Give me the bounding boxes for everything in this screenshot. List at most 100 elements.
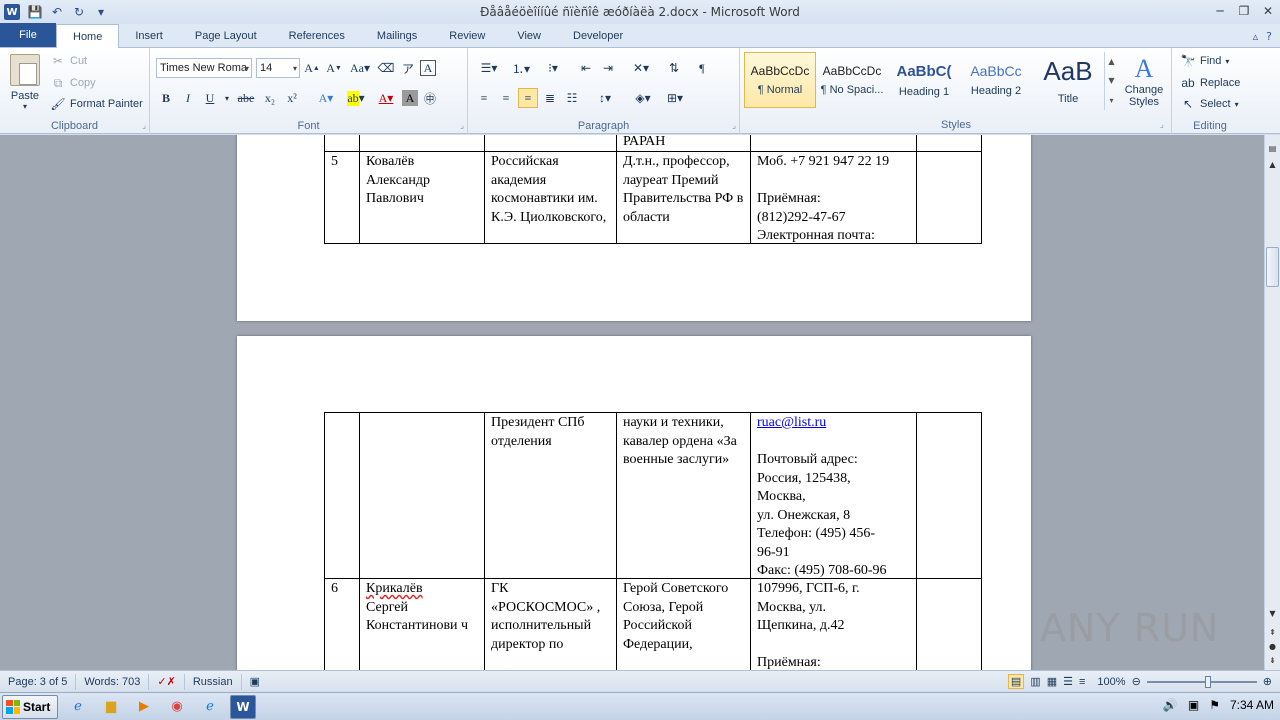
start-button[interactable]: Start xyxy=(2,694,58,719)
page-count[interactable]: Page: 3 of 5 xyxy=(0,673,77,690)
media-player-icon[interactable]: ▶ xyxy=(131,695,157,719)
shading-icon[interactable]: ◈▾ xyxy=(628,88,658,108)
dialog-launcher-icon[interactable]: ⌟ xyxy=(732,121,736,130)
close-button[interactable]: ✕ xyxy=(1256,0,1280,22)
more-styles-icon[interactable]: ▾ xyxy=(1109,96,1113,105)
tab-mailings[interactable]: Mailings xyxy=(361,24,433,47)
help-icon[interactable]: ? xyxy=(1266,30,1272,43)
sort-icon[interactable]: ⇅ xyxy=(664,58,684,78)
font-family-select[interactable]: Times New Roma ▾ xyxy=(156,58,252,78)
table-cell[interactable] xyxy=(916,578,982,670)
styles-gallery-scroll[interactable]: ▲ ▼ ▾ xyxy=(1104,52,1118,110)
table-cell[interactable] xyxy=(324,412,359,578)
tab-insert[interactable]: Insert xyxy=(119,24,179,47)
tab-references[interactable]: References xyxy=(273,24,361,47)
table-cell[interactable] xyxy=(916,412,982,578)
table-cell[interactable]: Моб. +7 921 947 22 19 Приёмная: (812)292… xyxy=(750,151,916,244)
table-cell[interactable]: Ковалёв Александр Павлович xyxy=(359,151,484,244)
tab-page-layout[interactable]: Page Layout xyxy=(179,24,273,47)
highlight-color-icon[interactable]: ab ▾ xyxy=(342,88,370,108)
ie-icon[interactable]: ℯ xyxy=(65,695,91,719)
previous-page-icon[interactable]: ⇞ xyxy=(1265,625,1280,640)
table-cell[interactable]: ruac@list.ru Почтовый адрес: Россия, 125… xyxy=(750,412,916,578)
change-styles-button[interactable]: A Change Styles xyxy=(1120,54,1168,108)
justify-icon[interactable]: ≣ xyxy=(540,88,560,108)
table-cell[interactable]: Д.т.н., профессор, лауреат Премий Правит… xyxy=(616,151,750,244)
table-cell[interactable]: Президент СПб отделения xyxy=(484,412,616,578)
table-cell[interactable]: Крикалёв Сергей Константинови ч xyxy=(359,578,484,670)
macro-recording-status[interactable]: ▣ xyxy=(242,674,268,690)
line-spacing-icon[interactable]: ↕▾ xyxy=(590,88,620,108)
table-cell[interactable] xyxy=(359,412,484,578)
table-cell[interactable]: 5 xyxy=(324,151,359,244)
save-icon[interactable]: 💾 xyxy=(26,5,44,19)
ruler-toggle-icon[interactable]: ▤ xyxy=(1265,141,1280,156)
full-screen-reading-icon[interactable]: ▥ xyxy=(1030,675,1040,688)
chevron-down-icon[interactable]: ▾ xyxy=(222,88,232,108)
show-formatting-marks-icon[interactable]: ¶ xyxy=(692,58,712,78)
tab-review[interactable]: Review xyxy=(433,24,501,47)
table-cell[interactable] xyxy=(484,135,616,151)
chevron-down-icon[interactable]: ▼ xyxy=(1108,76,1114,85)
web-layout-icon[interactable]: ▦ xyxy=(1047,675,1057,688)
chrome-icon[interactable]: ◉ xyxy=(164,695,190,719)
font-color-icon[interactable]: A▾ xyxy=(372,88,400,108)
align-right-icon[interactable]: ≡ xyxy=(518,88,538,108)
style-normal[interactable]: AaBbCcDc ¶ Normal xyxy=(744,52,816,108)
zoom-slider[interactable] xyxy=(1146,675,1257,688)
dialog-launcher-icon[interactable]: ⌟ xyxy=(460,121,464,130)
tab-developer[interactable]: Developer xyxy=(557,24,639,47)
undo-icon[interactable]: ↶ xyxy=(48,5,66,19)
tab-file[interactable]: File xyxy=(0,23,56,47)
volume-icon[interactable]: 🔊 xyxy=(1163,698,1178,712)
phonetic-guide-icon[interactable]: ア xyxy=(398,58,418,78)
align-left-icon[interactable]: ≡ xyxy=(474,88,494,108)
table-cell[interactable]: ГК «РОСКОСМОС» , исполнительный директор… xyxy=(484,578,616,670)
minimize-ribbon-icon[interactable]: ▵ xyxy=(1253,30,1259,43)
table-cell[interactable]: 6 xyxy=(324,578,359,670)
table-cell[interactable] xyxy=(916,151,982,244)
redo-icon[interactable]: ↻ xyxy=(70,5,88,19)
table-cell[interactable] xyxy=(916,135,982,151)
italic-icon[interactable]: I xyxy=(178,88,198,108)
table-cell[interactable] xyxy=(324,135,359,151)
style-heading-2[interactable]: AaBbCc Heading 2 xyxy=(960,52,1032,108)
style-heading-1[interactable]: AaBbC( Heading 1 xyxy=(888,52,960,108)
zoom-in-icon[interactable]: ⊕ xyxy=(1263,675,1272,688)
bullets-icon[interactable]: ☰▾ xyxy=(474,58,504,78)
format-painter-button[interactable]: 🖌 Format Painter xyxy=(50,96,142,112)
table-cell[interactable]: Российская академия космонавтики им. К.Э… xyxy=(484,151,616,244)
chevron-up-icon[interactable]: ▲ xyxy=(1108,57,1114,66)
text-effects-icon[interactable]: A▾ xyxy=(312,88,340,108)
language-status[interactable]: Russian xyxy=(185,673,242,690)
table-cell[interactable]: РАРАН xyxy=(616,135,750,151)
replace-button[interactable]: ab Replace xyxy=(1180,75,1240,91)
select-browse-object-icon[interactable]: ● xyxy=(1265,639,1280,654)
font-size-select[interactable]: 14 ▾ xyxy=(256,58,300,78)
select-button[interactable]: ↖ Select ▾ xyxy=(1180,96,1239,112)
cut-button[interactable]: ✂ Cut xyxy=(50,53,87,69)
customize-qat-icon[interactable]: ▾ xyxy=(92,5,110,19)
character-border-icon[interactable]: A xyxy=(420,60,436,76)
style-title[interactable]: AaB Title xyxy=(1032,52,1104,108)
scrollbar-thumb[interactable] xyxy=(1266,247,1279,287)
minimize-button[interactable]: ─ xyxy=(1208,0,1232,22)
document-area[interactable]: РАРАН 5 Ковалёв Александр Павлович Росси… xyxy=(0,135,1264,670)
underline-icon[interactable]: U xyxy=(200,88,220,108)
paste-button[interactable]: Paste ▾ xyxy=(6,54,44,111)
align-center-icon[interactable]: ≡ xyxy=(496,88,516,108)
dialog-launcher-icon[interactable]: ⌟ xyxy=(142,121,146,130)
decrease-indent-icon[interactable]: ⇤ xyxy=(576,58,596,78)
dialog-launcher-icon[interactable]: ⌟ xyxy=(1160,120,1164,129)
table-cell[interactable]: науки и техники, кавалер ордена «За воен… xyxy=(616,412,750,578)
scroll-up-icon[interactable]: ▲ xyxy=(1265,157,1280,172)
page[interactable]: Президент СПб отделения науки и техники,… xyxy=(237,336,1031,670)
scroll-down-icon[interactable]: ▼ xyxy=(1265,606,1280,621)
bold-icon[interactable]: B xyxy=(156,88,176,108)
word-count[interactable]: Words: 703 xyxy=(76,673,150,690)
grow-font-icon[interactable]: A ▲ xyxy=(302,58,322,78)
enclose-characters-icon[interactable]: ㊥ xyxy=(420,88,440,108)
draft-view-icon[interactable]: ≡ xyxy=(1079,676,1085,688)
action-center-icon[interactable]: ⚑ xyxy=(1209,698,1220,712)
asian-layout-icon[interactable]: ✕▾ xyxy=(626,58,656,78)
